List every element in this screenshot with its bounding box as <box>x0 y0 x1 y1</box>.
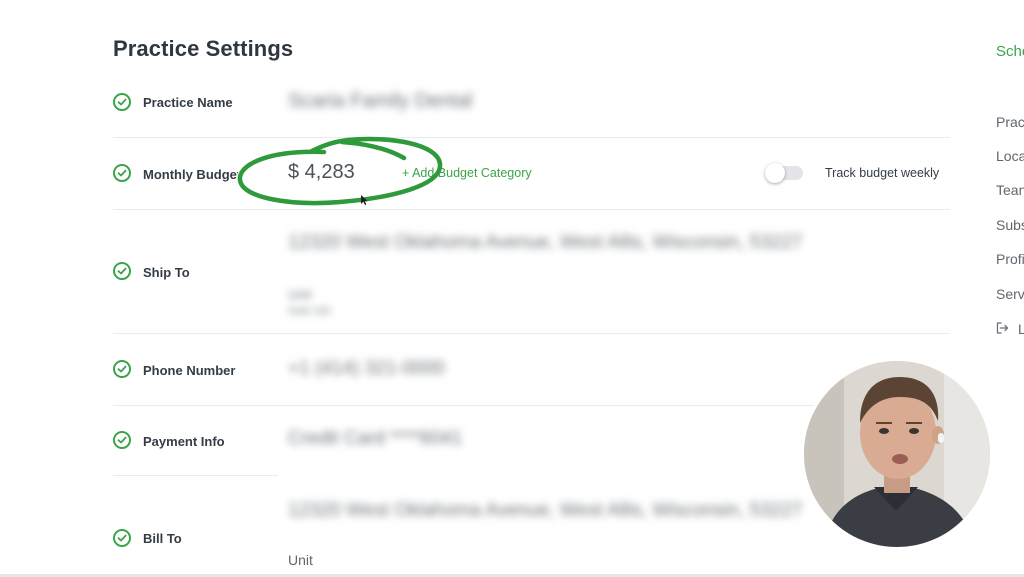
practice-name-value[interactable]: Scaria Family Dental <box>288 90 473 113</box>
sidebar-item-team[interactable]: Tean <box>996 182 1024 198</box>
annotation-circle <box>237 136 443 206</box>
mouse-cursor-icon <box>361 195 368 205</box>
track-budget-weekly-label: Track budget weekly <box>825 166 940 180</box>
sidebar-item-profile[interactable]: Profi <box>996 251 1024 267</box>
sidebar-item-locations[interactable]: Loca <box>996 148 1024 164</box>
row-divider <box>113 475 278 476</box>
bill-to-address[interactable]: 12320 West Oklahoma Avenue, West Allis, … <box>288 500 802 522</box>
sidebar-logout-link[interactable]: L <box>1018 321 1024 337</box>
bill-to-label: Bill To <box>143 531 182 546</box>
ship-to-address[interactable]: 12320 West Oklahoma Avenue, West Allis, … <box>288 232 802 254</box>
check-circle-icon <box>113 529 131 547</box>
payment-info-value[interactable]: Credit Card ****6041 <box>288 428 462 450</box>
sidebar-schedule-link[interactable]: Sche <box>996 43 1024 60</box>
ship-to-unit: Unit <box>288 287 312 302</box>
phone-number-value[interactable]: +1 (414) 321-0000 <box>288 358 445 380</box>
check-circle-icon <box>113 262 131 280</box>
check-circle-icon <box>113 93 131 111</box>
check-circle-icon <box>113 164 131 182</box>
presenter-video-image <box>804 361 990 547</box>
logout-icon[interactable] <box>995 321 1009 335</box>
track-budget-weekly-toggle[interactable] <box>765 163 803 183</box>
page-title: Practice Settings <box>113 36 294 61</box>
bill-to-unit-label: Unit <box>288 552 313 568</box>
check-circle-icon <box>113 360 131 378</box>
phone-number-label: Phone Number <box>143 363 236 378</box>
payment-info-label: Payment Info <box>143 434 225 449</box>
webcam-video-bubble <box>804 361 990 547</box>
row-divider <box>113 333 950 334</box>
check-circle-icon <box>113 431 131 449</box>
sidebar-item-practice[interactable]: Prac <box>996 114 1024 130</box>
ship-to-label: Ship To <box>143 265 190 280</box>
sidebar-item-services[interactable]: Serv <box>996 286 1024 302</box>
toggle-knob <box>765 163 785 183</box>
sidebar-item-subscriptions[interactable]: Subs <box>996 217 1024 233</box>
practice-name-label: Practice Name <box>143 95 233 110</box>
ship-to-suite[interactable]: Suite 100 <box>288 306 330 317</box>
monthly-budget-label: Monthly Budget <box>143 167 238 182</box>
